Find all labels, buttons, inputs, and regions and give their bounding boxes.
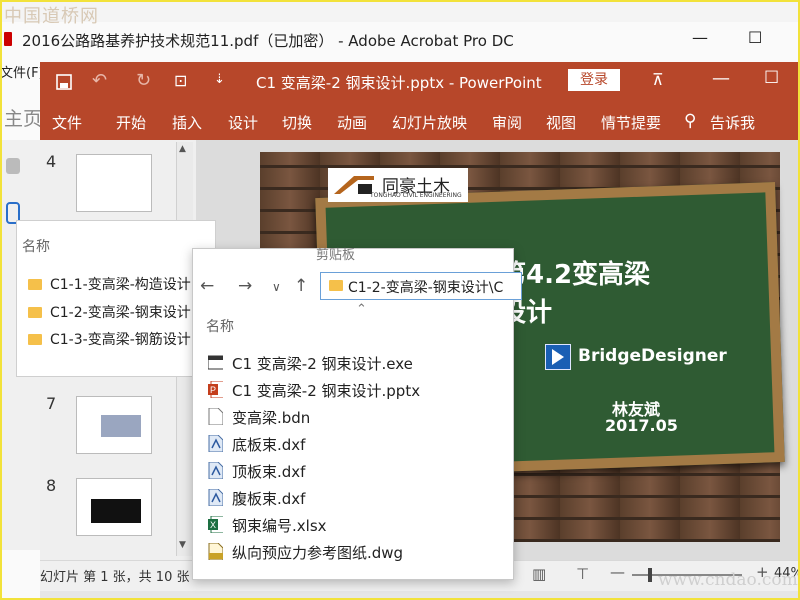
zoom-slider-thumb[interactable] (648, 568, 652, 582)
thumb-number: 7 (46, 394, 57, 413)
thumb-number: 8 (46, 476, 57, 495)
file-item[interactable]: 变高梁.bdn (232, 407, 310, 428)
slide-title-line1: 第4.2变高梁 (500, 260, 651, 290)
file-item[interactable]: 顶板束.dxf (232, 461, 305, 482)
pptx-icon: P (208, 381, 223, 398)
lock-icon (6, 158, 20, 174)
file-item[interactable]: 腹板束.dxf (232, 488, 305, 509)
acrobat-title: 2016公路路基养护技术规范11.pdf（已加密） - Adobe Acroba… (22, 32, 514, 50)
exe-icon (208, 355, 223, 370)
reading-view-icon[interactable]: ▥ (532, 565, 546, 583)
watermark-bottom: www.cndao.com (658, 570, 798, 590)
bridgedesigner-label: BridgeDesigner (578, 346, 727, 366)
dwg-icon (208, 543, 223, 560)
watermark-top: 中国道桥网 (4, 6, 99, 27)
logo-subtext: TONGHAO CIVIL ENGINEERING (370, 192, 462, 199)
login-button[interactable]: 登录 (568, 69, 620, 91)
acrobat-menu-file[interactable]: 文件(F) (0, 62, 44, 81)
clipboard-label: 剪贴板 (316, 248, 356, 263)
tab-transitions[interactable]: 切换 (282, 112, 312, 133)
pdf-icon (4, 32, 12, 46)
dxf-icon (208, 489, 223, 506)
folder-item[interactable]: C1-2-变高梁-钢束设计 (28, 302, 194, 322)
xlsx-icon: X (208, 516, 223, 533)
tab-home[interactable]: 开始 (116, 112, 146, 133)
scroll-up-icon[interactable]: ▲ (179, 144, 186, 154)
folder-item[interactable]: C1-3-变高梁-钢筋设计 (28, 329, 194, 349)
back-arrow-icon[interactable]: ← (200, 276, 214, 296)
file-item[interactable]: C1 变高梁-2 钢束设计.pptx (232, 380, 420, 401)
slide-thumbnail[interactable] (76, 478, 152, 536)
tab-review[interactable]: 审阅 (492, 112, 522, 133)
tab-slideshow[interactable]: 幻灯片放映 (392, 112, 467, 133)
file-item[interactable]: C1 变高梁-2 钢束设计.exe (232, 353, 413, 374)
tab-storyboard[interactable]: 情节提要 (601, 112, 661, 133)
tell-me-search[interactable]: 告诉我 (710, 112, 755, 133)
tab-insert[interactable]: 插入 (172, 112, 202, 133)
folder-item[interactable]: C1-1-变高梁-构造设计 (28, 274, 194, 294)
file-icon (208, 408, 223, 425)
slideshow-view-icon[interactable]: ⊤ (576, 565, 589, 583)
file-item[interactable]: 纵向预应力参考图纸.dwg (232, 542, 403, 563)
dxf-icon (208, 435, 223, 452)
present-icon[interactable]: ⊡ (174, 71, 187, 90)
column-header-name[interactable]: 名称 (206, 316, 234, 336)
address-path[interactable]: C1-2-变高梁-钢束设计\C (348, 277, 512, 297)
ribbon-display-icon[interactable]: ⊼ (652, 70, 664, 89)
slide-date: 2017.05 (605, 416, 678, 435)
tab-file[interactable]: 文件 (52, 112, 82, 133)
folder-icon (28, 307, 42, 318)
dxf-icon (208, 462, 223, 479)
thumb-number: 4 (46, 152, 57, 171)
undo-icon[interactable]: ↶ (92, 70, 107, 91)
tab-design[interactable]: 设计 (228, 112, 258, 133)
tab-view[interactable]: 视图 (546, 112, 576, 133)
recent-chevron-icon[interactable]: ∨ (272, 280, 281, 294)
bridgedesigner-icon (545, 344, 571, 370)
save-icon[interactable] (56, 74, 72, 90)
minimize-icon[interactable]: — (712, 68, 730, 89)
scroll-down-icon[interactable]: ▼ (179, 540, 186, 550)
acrobat-minimize-button[interactable]: — (692, 28, 708, 47)
svg-text:P: P (210, 385, 216, 395)
lightbulb-icon[interactable]: ⚲ (684, 111, 696, 131)
customize-toolbar-icon[interactable]: ⇣ (214, 72, 225, 87)
svg-text:X: X (210, 520, 216, 530)
tab-animations[interactable]: 动画 (337, 112, 367, 133)
slide-count-status: 幻灯片 第 1 张，共 10 张 (40, 570, 190, 585)
redo-icon[interactable]: ↻ (136, 70, 151, 91)
zoom-out-button[interactable]: — (610, 563, 625, 581)
acrobat-maximize-button[interactable]: ☐ (748, 28, 762, 47)
file-item[interactable]: 钢束编号.xlsx (232, 515, 327, 536)
slide-thumbnail[interactable] (76, 396, 152, 454)
file-item[interactable]: 底板束.dxf (232, 434, 305, 455)
slide-thumbnail[interactable] (76, 154, 152, 212)
up-arrow-icon[interactable]: ↑ (294, 276, 308, 296)
maximize-icon[interactable]: ☐ (764, 68, 779, 88)
folder-icon (28, 334, 42, 345)
powerpoint-title: C1 变高梁-2 钢束设计.pptx - PowerPoint (256, 74, 542, 92)
column-header-name[interactable]: 名称 (22, 236, 50, 256)
folder-icon (28, 279, 42, 290)
forward-arrow-icon[interactable]: → (238, 276, 252, 296)
acrobat-home-tab[interactable]: 主页 (4, 104, 42, 131)
folder-icon (329, 280, 343, 291)
powerpoint-titlebar: ↶ ↻ ⊡ ⇣ C1 变高梁-2 钢束设计.pptx - PowerPoint … (40, 62, 800, 102)
sort-caret-icon: ⌃ (356, 302, 367, 317)
